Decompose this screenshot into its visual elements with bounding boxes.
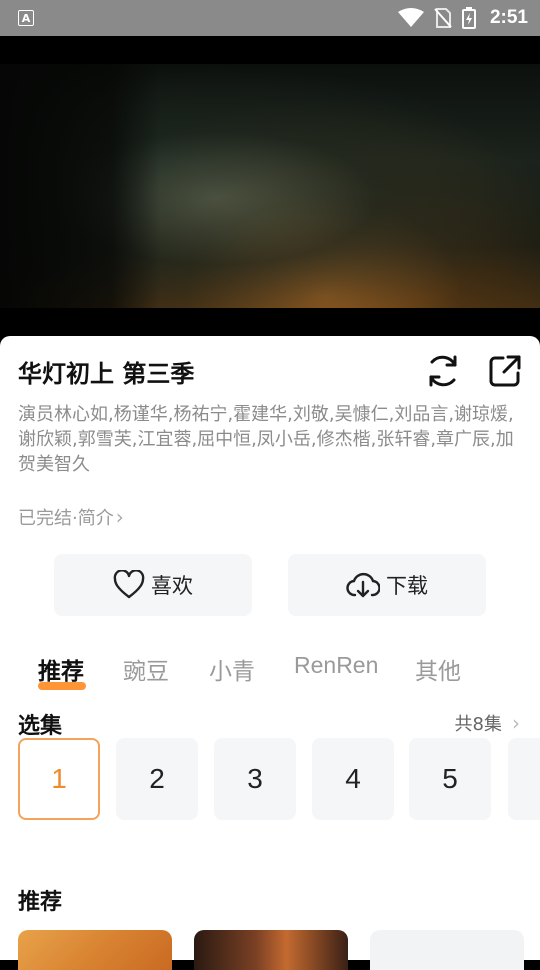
cast-list: 演员林心如,杨谨华,杨祐宁,霍建华,刘敬,吴慷仁,刘品言,谢琼煖,谢欣颖,郭雪芙… bbox=[18, 404, 514, 475]
episode-list: 1 2 3 4 5 bbox=[18, 738, 540, 822]
status-label: 已完结·简介 bbox=[18, 508, 114, 529]
battery-charging-icon bbox=[461, 7, 476, 29]
status-icons: 2:51 bbox=[397, 6, 528, 30]
cloud-download-icon bbox=[346, 572, 380, 598]
like-label: 喜欢 bbox=[151, 574, 193, 598]
no-sim-icon bbox=[434, 8, 452, 28]
episodes-all-link[interactable]: 共8集 › bbox=[455, 710, 520, 736]
active-tab-indicator bbox=[38, 682, 86, 690]
video-shade bbox=[0, 64, 160, 308]
chevron-right-icon: › bbox=[115, 505, 124, 529]
recommend-card[interactable] bbox=[18, 930, 172, 970]
chevron-right-icon: › bbox=[512, 711, 520, 735]
episode-item-partial[interactable] bbox=[508, 738, 540, 820]
download-label: 下载 bbox=[386, 574, 428, 598]
episode-count: 共8集 bbox=[454, 714, 502, 735]
synopsis-link[interactable]: 已完结·简介 › bbox=[18, 504, 124, 530]
status-bar: A 2:51 bbox=[0, 0, 540, 36]
clock: 2:51 bbox=[489, 7, 528, 28]
detail-sheet: 华灯初上 第三季 演员林心如,杨谨华,杨祐宁,霍建华,刘敬,吴慷仁,刘品言,谢琼… bbox=[0, 336, 540, 970]
share-icon bbox=[489, 355, 521, 387]
tab-other[interactable]: 其他 bbox=[415, 652, 461, 686]
video-player[interactable] bbox=[0, 36, 540, 336]
wifi-icon bbox=[397, 8, 424, 27]
tab-recommend[interactable]: 推荐 bbox=[38, 652, 84, 686]
episodes-heading: 选集 bbox=[18, 714, 63, 739]
refresh-button[interactable] bbox=[424, 352, 462, 390]
app-notification-icon: A bbox=[18, 10, 34, 26]
tab-xiaoqing[interactable]: 小青 bbox=[209, 652, 255, 686]
episode-item[interactable]: 1 bbox=[18, 738, 100, 820]
episode-item[interactable]: 5 bbox=[409, 738, 491, 820]
tab-renren[interactable]: RenRen bbox=[294, 652, 378, 679]
episode-item[interactable]: 2 bbox=[116, 738, 198, 820]
share-button[interactable] bbox=[486, 352, 524, 390]
episode-item[interactable]: 4 bbox=[312, 738, 394, 820]
show-title: 华灯初上 第三季 bbox=[18, 360, 195, 388]
source-tabs: 推荐 豌豆 小青 RenRen 其他 bbox=[0, 652, 540, 692]
episode-item[interactable]: 3 bbox=[214, 738, 296, 820]
like-button[interactable]: 喜欢 bbox=[54, 554, 252, 616]
refresh-icon bbox=[429, 355, 457, 387]
recommend-card[interactable] bbox=[194, 930, 348, 970]
tab-wandou[interactable]: 豌豆 bbox=[123, 652, 169, 686]
heart-icon bbox=[113, 570, 145, 599]
recommend-heading: 推荐 bbox=[18, 890, 63, 915]
download-button[interactable]: 下载 bbox=[288, 554, 486, 616]
recommend-card[interactable] bbox=[370, 930, 524, 970]
